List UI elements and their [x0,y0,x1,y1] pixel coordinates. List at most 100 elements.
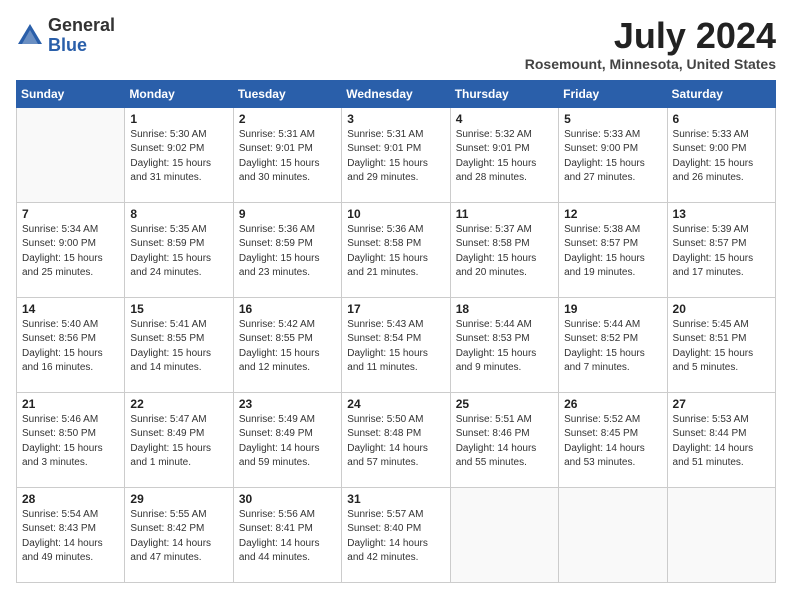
calendar-cell [667,487,775,582]
calendar-table: SundayMondayTuesdayWednesdayThursdayFrid… [16,80,776,583]
logo-blue: Blue [48,35,87,55]
day-number: 31 [347,492,444,506]
day-number: 5 [564,112,661,126]
day-info: Sunrise: 5:47 AMSunset: 8:49 PMDaylight:… [130,413,227,471]
calendar-cell: 26Sunrise: 5:52 AMSunset: 8:45 PMDayligh… [559,392,667,487]
weekday-header-wednesday: Wednesday [342,80,450,107]
day-number: 15 [130,302,227,316]
calendar-cell: 1 Sunrise: 5:30 AMSunset: 9:02 PMDaylight… [125,107,233,202]
weekday-header-saturday: Saturday [667,80,775,107]
day-info: Sunrise: 5:36 AMSunset: 8:59 PMDaylight:… [239,223,336,281]
calendar-cell: 7 Sunrise: 5:34 AMSunset: 9:00 PMDaylight… [17,202,125,297]
calendar-cell: 30Sunrise: 5:56 AMSunset: 8:41 PMDayligh… [233,487,341,582]
calendar-cell: 2 Sunrise: 5:31 AMSunset: 9:01 PMDaylight… [233,107,341,202]
logo-general: General [48,15,115,35]
day-number: 14 [22,302,119,316]
calendar-cell: 14 Sunrise: 5:40 AMSunset: 8:56 PMDayligh… [17,297,125,392]
calendar-cell: 27 Sunrise: 5:53 AMSunset: 8:44 PMDayligh… [667,392,775,487]
day-number: 6 [673,112,770,126]
page-header: General Blue July 2024 Rosemount, Minnes… [16,16,776,72]
calendar-cell [17,107,125,202]
calendar-cell: 16 Sunrise: 5:42 AMSunset: 8:55 PMDayligh… [233,297,341,392]
day-number: 18 [456,302,553,316]
logo-icon [16,22,44,50]
day-info: Sunrise: 5:57 AMSunset: 8:40 PMDaylight:… [347,508,444,566]
day-number: 28 [22,492,119,506]
day-number: 8 [130,207,227,221]
calendar-cell: 20 Sunrise: 5:45 AMSunset: 8:51 PMDayligh… [667,297,775,392]
calendar-header: SundayMondayTuesdayWednesdayThursdayFrid… [17,80,776,107]
day-number: 17 [347,302,444,316]
day-number: 21 [22,397,119,411]
day-number: 13 [673,207,770,221]
day-number: 7 [22,207,119,221]
day-info: Sunrise: 5:31 AMSunset: 9:01 PMDaylight:… [239,128,336,186]
calendar-cell: 24 Sunrise: 5:50 AMSunset: 8:48 PMDayligh… [342,392,450,487]
weekday-header-monday: Monday [125,80,233,107]
day-info: Sunrise: 5:49 AMSunset: 8:49 PMDaylight:… [239,413,336,471]
day-number: 16 [239,302,336,316]
day-info: Sunrise: 5:46 AMSunset: 8:50 PMDaylight:… [22,413,119,471]
calendar-cell: 4 Sunrise: 5:32 AMSunset: 9:01 PMDaylight… [450,107,558,202]
calendar-cell: 10 Sunrise: 5:36 AMSunset: 8:58 PMDayligh… [342,202,450,297]
week-row-4: 21 Sunrise: 5:46 AMSunset: 8:50 PMDayligh… [17,392,776,487]
day-info: Sunrise: 5:30 AMSunset: 9:02 PMDaylight:… [130,128,227,186]
day-info: Sunrise: 5:33 AMSunset: 9:00 PMDaylight:… [673,128,770,186]
day-info: Sunrise: 5:42 AMSunset: 8:55 PMDaylight:… [239,318,336,376]
calendar-cell: 25Sunrise: 5:51 AMSunset: 8:46 PMDayligh… [450,392,558,487]
day-info: Sunrise: 5:44 AMSunset: 8:52 PMDaylight:… [564,318,661,376]
calendar-cell: 3Sunrise: 5:31 AMSunset: 9:01 PMDaylight… [342,107,450,202]
day-info: Sunrise: 5:53 AMSunset: 8:44 PMDaylight:… [673,413,770,471]
week-row-1: 1 Sunrise: 5:30 AMSunset: 9:02 PMDaylight… [17,107,776,202]
calendar-cell: 23 Sunrise: 5:49 AMSunset: 8:49 PMDayligh… [233,392,341,487]
day-info: Sunrise: 5:45 AMSunset: 8:51 PMDaylight:… [673,318,770,376]
day-number: 20 [673,302,770,316]
day-info: Sunrise: 5:50 AMSunset: 8:48 PMDaylight:… [347,413,444,471]
calendar-cell: 29Sunrise: 5:55 AMSunset: 8:42 PMDayligh… [125,487,233,582]
day-info: Sunrise: 5:32 AMSunset: 9:01 PMDaylight:… [456,128,553,186]
weekday-header-thursday: Thursday [450,80,558,107]
calendar-body: 1 Sunrise: 5:30 AMSunset: 9:02 PMDaylight… [17,107,776,582]
day-number: 23 [239,397,336,411]
day-number: 27 [673,397,770,411]
day-info: Sunrise: 5:33 AMSunset: 9:00 PMDaylight:… [564,128,661,186]
day-info: Sunrise: 5:37 AMSunset: 8:58 PMDaylight:… [456,223,553,281]
weekday-header-tuesday: Tuesday [233,80,341,107]
calendar-cell: 31 Sunrise: 5:57 AMSunset: 8:40 PMDayligh… [342,487,450,582]
day-info: Sunrise: 5:36 AMSunset: 8:58 PMDaylight:… [347,223,444,281]
calendar-cell: 12Sunrise: 5:38 AMSunset: 8:57 PMDayligh… [559,202,667,297]
day-number: 22 [130,397,227,411]
day-info: Sunrise: 5:34 AMSunset: 9:00 PMDaylight:… [22,223,119,281]
calendar-cell: 5 Sunrise: 5:33 AMSunset: 9:00 PMDaylight… [559,107,667,202]
header-row: SundayMondayTuesdayWednesdayThursdayFrid… [17,80,776,107]
month-title: July 2024 [525,16,776,56]
day-info: Sunrise: 5:41 AMSunset: 8:55 PMDaylight:… [130,318,227,376]
day-info: Sunrise: 5:38 AMSunset: 8:57 PMDaylight:… [564,223,661,281]
calendar-cell: 21 Sunrise: 5:46 AMSunset: 8:50 PMDayligh… [17,392,125,487]
calendar-cell: 18 Sunrise: 5:44 AMSunset: 8:53 PMDayligh… [450,297,558,392]
day-number: 9 [239,207,336,221]
calendar-cell: 28Sunrise: 5:54 AMSunset: 8:43 PMDayligh… [17,487,125,582]
weekday-header-friday: Friday [559,80,667,107]
day-number: 24 [347,397,444,411]
location: Rosemount, Minnesota, United States [525,56,776,72]
day-number: 4 [456,112,553,126]
day-number: 1 [130,112,227,126]
calendar-cell: 22 Sunrise: 5:47 AMSunset: 8:49 PMDayligh… [125,392,233,487]
day-number: 10 [347,207,444,221]
calendar-cell [450,487,558,582]
calendar-cell: 15 Sunrise: 5:41 AMSunset: 8:55 PMDayligh… [125,297,233,392]
calendar-cell: 9 Sunrise: 5:36 AMSunset: 8:59 PMDaylight… [233,202,341,297]
day-number: 30 [239,492,336,506]
day-info: Sunrise: 5:55 AMSunset: 8:42 PMDaylight:… [130,508,227,566]
day-info: Sunrise: 5:35 AMSunset: 8:59 PMDaylight:… [130,223,227,281]
calendar-cell: 19Sunrise: 5:44 AMSunset: 8:52 PMDayligh… [559,297,667,392]
calendar-cell: 11Sunrise: 5:37 AMSunset: 8:58 PMDayligh… [450,202,558,297]
day-info: Sunrise: 5:40 AMSunset: 8:56 PMDaylight:… [22,318,119,376]
day-info: Sunrise: 5:52 AMSunset: 8:45 PMDaylight:… [564,413,661,471]
day-number: 25 [456,397,553,411]
day-info: Sunrise: 5:44 AMSunset: 8:53 PMDaylight:… [456,318,553,376]
logo: General Blue [16,16,115,56]
day-number: 2 [239,112,336,126]
day-info: Sunrise: 5:31 AMSunset: 9:01 PMDaylight:… [347,128,444,186]
